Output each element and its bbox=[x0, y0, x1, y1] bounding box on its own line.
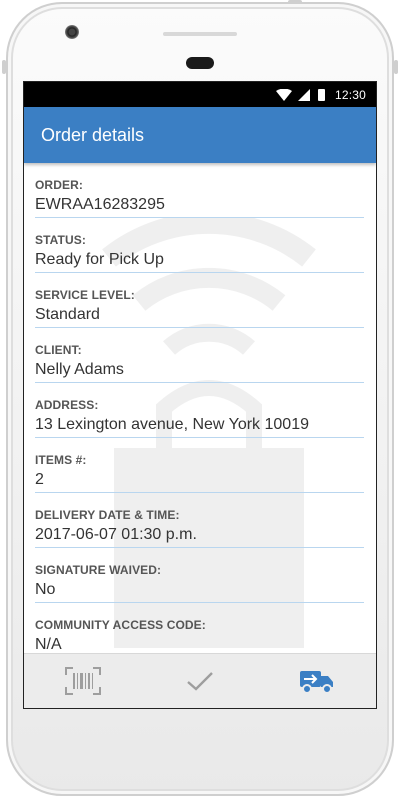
field-label: DELIVERY DATE & TIME: bbox=[35, 508, 180, 522]
app-bar: Order details bbox=[24, 107, 376, 163]
service-level-field: SERVICE LEVEL: Standard bbox=[35, 273, 364, 328]
community-access-code-field: COMMUNITY ACCESS CODE: N/A bbox=[35, 603, 364, 653]
cell-signal-icon bbox=[297, 88, 310, 101]
barcode-icon bbox=[64, 667, 101, 695]
status-time: 12:30 bbox=[334, 87, 366, 102]
field-label: CLIENT: bbox=[35, 343, 82, 357]
phone-left-button bbox=[2, 60, 6, 74]
field-label: SIGNATURE WAIVED: bbox=[35, 563, 162, 577]
page-title: Order details bbox=[41, 124, 145, 145]
phone-right-button bbox=[394, 60, 398, 74]
client-field: CLIENT: Nelly Adams bbox=[35, 328, 364, 383]
fields-container: ORDER: EWRAA16283295 STATUS: Ready for P… bbox=[24, 163, 376, 653]
phone-screen: 12:30 Order details ORDER: EWRAA16283295… bbox=[23, 81, 377, 709]
field-label: STATUS: bbox=[35, 233, 86, 247]
wifi-icon bbox=[275, 88, 292, 101]
field-label: ITEMS #: bbox=[35, 453, 87, 467]
delivery-truck-icon bbox=[300, 671, 334, 694]
field-label: SERVICE LEVEL: bbox=[35, 288, 135, 302]
phone-top-button bbox=[288, 0, 302, 4]
checkmark-icon bbox=[187, 672, 213, 691]
order-details-list[interactable]: ORDER: EWRAA16283295 STATUS: Ready for P… bbox=[24, 163, 376, 653]
field-value: No bbox=[35, 581, 56, 598]
field-label: ADDRESS: bbox=[35, 398, 99, 412]
field-value: N/A bbox=[35, 636, 62, 653]
field-label: COMMUNITY ACCESS CODE: bbox=[35, 618, 206, 632]
field-value: Standard bbox=[35, 306, 100, 323]
field-value: Nelly Adams bbox=[35, 361, 124, 378]
front-camera bbox=[65, 25, 79, 39]
order-field: ORDER: EWRAA16283295 bbox=[35, 163, 364, 218]
delivery-date-time-field: DELIVERY DATE & TIME: 2017-06-07 01:30 p… bbox=[35, 493, 364, 548]
sensor-slot bbox=[163, 32, 237, 36]
field-value: Ready for Pick Up bbox=[35, 251, 164, 268]
signature-waived-field: SIGNATURE WAIVED: No bbox=[35, 548, 364, 603]
field-value: 13 Lexington avenue, New York 10019 bbox=[35, 416, 309, 433]
bottom-action-bar bbox=[24, 653, 376, 708]
field-value: EWRAA16283295 bbox=[35, 196, 165, 213]
items-count-field: ITEMS #: 2 bbox=[35, 438, 364, 493]
earpiece-speaker bbox=[186, 57, 214, 69]
field-value: 2 bbox=[35, 471, 44, 488]
field-value: 2017-06-07 01:30 p.m. bbox=[35, 526, 197, 543]
scan-barcode-button[interactable] bbox=[53, 661, 113, 701]
delivery-button[interactable] bbox=[287, 661, 347, 701]
status-bar: 12:30 bbox=[24, 82, 376, 107]
field-label: ORDER: bbox=[35, 178, 83, 192]
address-field: ADDRESS: 13 Lexington avenue, New York 1… bbox=[35, 383, 364, 438]
confirm-button[interactable] bbox=[170, 661, 230, 701]
status-field: STATUS: Ready for Pick Up bbox=[35, 218, 364, 273]
battery-icon bbox=[317, 88, 325, 101]
